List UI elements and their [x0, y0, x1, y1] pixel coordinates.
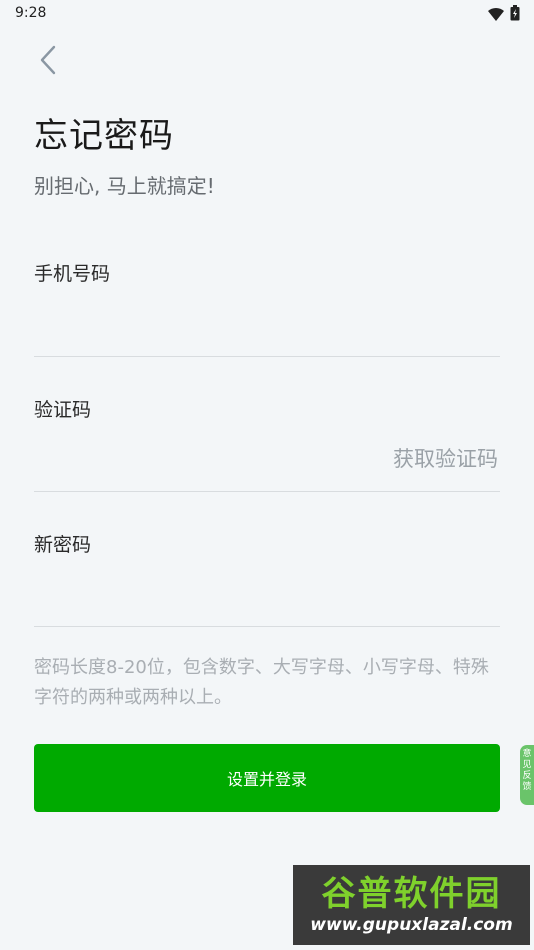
phone-label: 手机号码 [34, 263, 111, 285]
status-icons [488, 5, 520, 25]
submit-button[interactable]: 设置并登录 [34, 744, 500, 812]
back-button[interactable] [30, 44, 66, 80]
status-time: 9:28 [15, 5, 47, 21]
code-divider [34, 491, 500, 492]
password-hint: 密码长度8-20位，包含数字、大写字母、小写字母、特殊字符的两种或两种以上。 [34, 657, 489, 708]
status-bar: 9:28 [0, 0, 534, 28]
get-code-button[interactable]: 获取验证码 [393, 443, 498, 473]
phone-input[interactable] [34, 302, 500, 342]
battery-icon [510, 5, 520, 25]
code-label: 验证码 [34, 399, 92, 421]
page-title: 忘记密码 [34, 116, 174, 156]
watermark-url: www.gupuxlazal.com [310, 915, 513, 935]
page-subtitle: 别担心, 马上就搞定! [34, 174, 215, 198]
password-label: 新密码 [34, 534, 92, 556]
watermark-main: 谷普软件园 [321, 874, 502, 914]
chevron-left-icon [38, 45, 58, 79]
watermark-logo: 谷普软件园 www.gupuxlazal.com [293, 865, 530, 945]
phone-divider [34, 356, 500, 357]
password-divider [34, 626, 500, 627]
wifi-icon [488, 6, 504, 25]
code-input[interactable] [34, 440, 354, 480]
password-input[interactable] [34, 573, 500, 613]
feedback-tab[interactable]: 意见反馈 [520, 745, 534, 805]
